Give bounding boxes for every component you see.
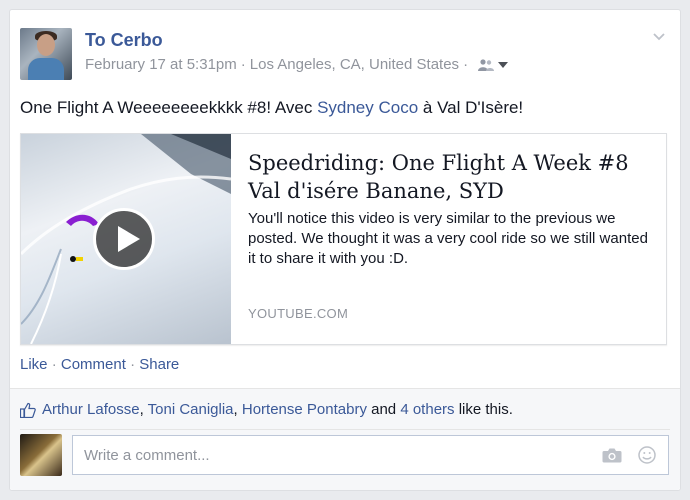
author-avatar[interactable]: [20, 28, 72, 80]
post-actions: Like · Comment · Share: [20, 356, 179, 373]
post-timestamp[interactable]: February 17 at 5:31pm: [85, 56, 237, 73]
liker-1[interactable]: Arthur Lafosse: [42, 401, 140, 418]
attachment-title[interactable]: Speedriding: One Flight A Week #8 Val d'…: [248, 149, 648, 205]
avatar-body: [28, 58, 64, 80]
share-link[interactable]: Share: [139, 356, 179, 373]
link-attachment[interactable]: Speedriding: One Flight A Week #8 Val d'…: [20, 133, 667, 345]
action-separator: ·: [51, 356, 57, 373]
emoji-icon[interactable]: [638, 446, 656, 464]
thumbs-up-icon: [20, 402, 36, 418]
commenter-avatar[interactable]: [20, 434, 62, 476]
tagged-person-link[interactable]: Sydney Coco: [317, 98, 418, 117]
likes-divider: [20, 429, 670, 430]
meta-separator: ·: [240, 56, 246, 73]
liker-3[interactable]: Hortense Pontabry: [242, 401, 367, 418]
comment-input[interactable]: [82, 436, 566, 474]
chevron-down-icon[interactable]: [652, 30, 666, 44]
avatar-head: [37, 34, 55, 56]
attachment-source: YOUTUBE.COM: [248, 306, 349, 321]
friends-icon: [478, 58, 495, 71]
likes-and: and: [371, 401, 397, 418]
comment-box[interactable]: [72, 435, 669, 475]
video-thumbnail[interactable]: [21, 134, 231, 344]
author-name[interactable]: To Cerbo: [85, 30, 163, 51]
comment-link[interactable]: Comment: [61, 356, 126, 373]
likes-others-link[interactable]: 4 others: [400, 401, 454, 418]
liker-2[interactable]: Toni Caniglia: [148, 401, 234, 418]
likes-suffix: like this.: [458, 401, 513, 418]
post-meta: February 17 at 5:31pm · Los Angeles, CA,…: [85, 56, 509, 73]
post-text: One Flight A Weeeeeeeekkkk #8! Avec Sydn…: [20, 98, 523, 118]
action-separator-2: ·: [130, 356, 136, 373]
post-card: To Cerbo February 17 at 5:31pm · Los Ang…: [9, 9, 681, 491]
play-icon[interactable]: [93, 208, 155, 270]
likes-comma-2: ,: [233, 401, 238, 418]
like-link[interactable]: Like: [20, 356, 48, 373]
like-summary: Arthur Lafosse, Toni Caniglia, Hortense …: [20, 401, 513, 418]
likes-comma-1: ,: [139, 401, 144, 418]
post-text-before: One Flight A Weeeeeeeekkkk #8! Avec: [20, 98, 318, 117]
post-location[interactable]: Los Angeles, CA, United States: [250, 56, 459, 73]
camera-icon[interactable]: [602, 447, 622, 463]
audience-dropdown-icon: [498, 61, 509, 68]
audience-selector[interactable]: [478, 58, 509, 71]
meta-separator-2: ·: [463, 56, 469, 73]
post-text-after: à Val D'Isère!: [418, 98, 524, 117]
attachment-description: You'll notice this video is very similar…: [248, 210, 648, 267]
